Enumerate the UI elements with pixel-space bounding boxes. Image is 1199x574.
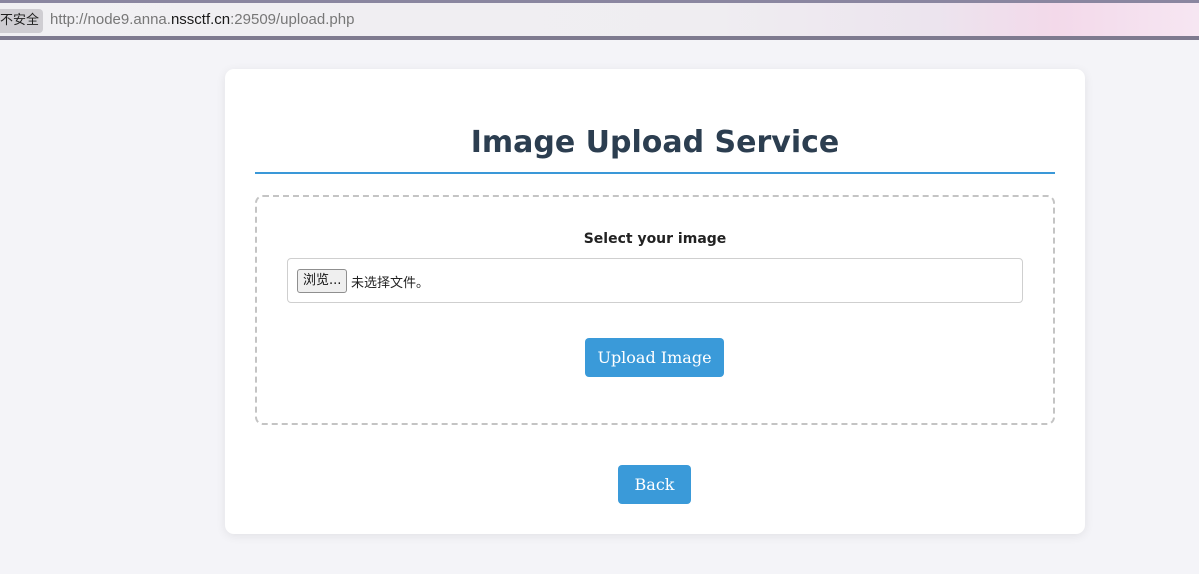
upload-image-button[interactable]: Upload Image bbox=[585, 338, 724, 377]
security-indicator[interactable]: 不安全 bbox=[0, 9, 43, 33]
url-host: nssctf.cn bbox=[170, 11, 231, 28]
upload-card: Image Upload Service Select your image 浏… bbox=[225, 69, 1085, 534]
url-prefix: http://node9.anna. bbox=[50, 11, 171, 28]
upload-form: Select your image 浏览... 未选择文件。 Upload Im… bbox=[255, 195, 1055, 425]
no-file-selected-text: 未选择文件。 bbox=[351, 276, 430, 291]
browser-address-bar: 不安全 http://node9.anna.nssctf.cn:29509/up… bbox=[0, 0, 1199, 40]
back-button[interactable]: Back bbox=[618, 465, 691, 504]
page-title: Image Upload Service bbox=[470, 125, 840, 160]
file-input[interactable]: 浏览... 未选择文件。 bbox=[287, 258, 1023, 303]
url-suffix: :29509/upload.php bbox=[230, 11, 355, 28]
url-field[interactable]: http://node9.anna.nssctf.cn:29509/upload… bbox=[50, 11, 354, 28]
select-image-label: Select your image bbox=[583, 231, 727, 247]
title-underline bbox=[255, 172, 1055, 174]
browse-button[interactable]: 浏览... bbox=[297, 269, 348, 293]
